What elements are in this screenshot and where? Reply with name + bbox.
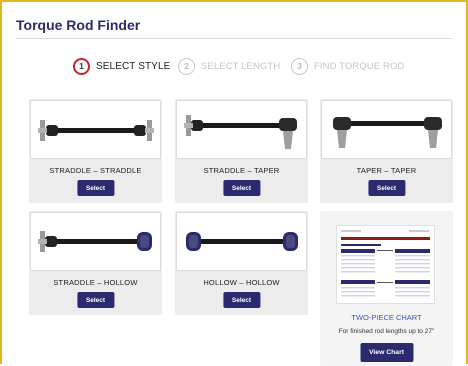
style-grid: STRADDLE – STRADDLE Select STRADDLE – TA… xyxy=(2,2,468,366)
two-piece-chart-card[interactable]: TWO-PIECE CHART For finished rod lengths… xyxy=(320,211,453,366)
select-button-straddle-straddle[interactable]: Select xyxy=(76,180,115,196)
style-name: HOLLOW – HOLLOW xyxy=(203,278,280,287)
style-card-taper-taper[interactable]: TAPER – TAPER Select xyxy=(320,99,453,203)
style-name: STRADDLE – STRADDLE xyxy=(49,166,142,175)
view-chart-button[interactable]: View Chart xyxy=(359,343,414,362)
taper-taper-rod-icon xyxy=(321,100,452,159)
style-card-hollow-hollow[interactable]: HOLLOW – HOLLOW Select xyxy=(175,211,308,315)
style-card-straddle-taper[interactable]: STRADDLE – TAPER Select xyxy=(175,99,308,203)
finder-panel: Torque Rod Finder 1 SELECT STYLE 2 SELEC… xyxy=(0,0,468,366)
style-name: STRADDLE – TAPER xyxy=(203,166,280,175)
hollow-hollow-rod-icon xyxy=(176,212,307,271)
straddle-straddle-rod-icon xyxy=(30,100,161,159)
select-button-hollow-hollow[interactable]: Select xyxy=(222,292,261,308)
chart-name[interactable]: TWO-PIECE CHART xyxy=(320,313,453,322)
straddle-hollow-rod-icon xyxy=(30,212,161,271)
select-button-straddle-taper[interactable]: Select xyxy=(222,180,261,196)
style-card-straddle-hollow[interactable]: STRADDLE – HOLLOW Select xyxy=(29,211,162,315)
straddle-taper-rod-icon xyxy=(176,100,307,159)
style-card-straddle-straddle[interactable]: STRADDLE – STRADDLE Select xyxy=(29,99,162,203)
style-name: STRADDLE – HOLLOW xyxy=(53,278,138,287)
two-piece-chart-thumbnail xyxy=(336,225,435,304)
style-name: TAPER – TAPER xyxy=(356,166,417,175)
select-button-straddle-hollow[interactable]: Select xyxy=(76,292,115,308)
select-button-taper-taper[interactable]: Select xyxy=(367,180,406,196)
chart-description: For finished rod lengths up to 27" xyxy=(338,328,435,335)
